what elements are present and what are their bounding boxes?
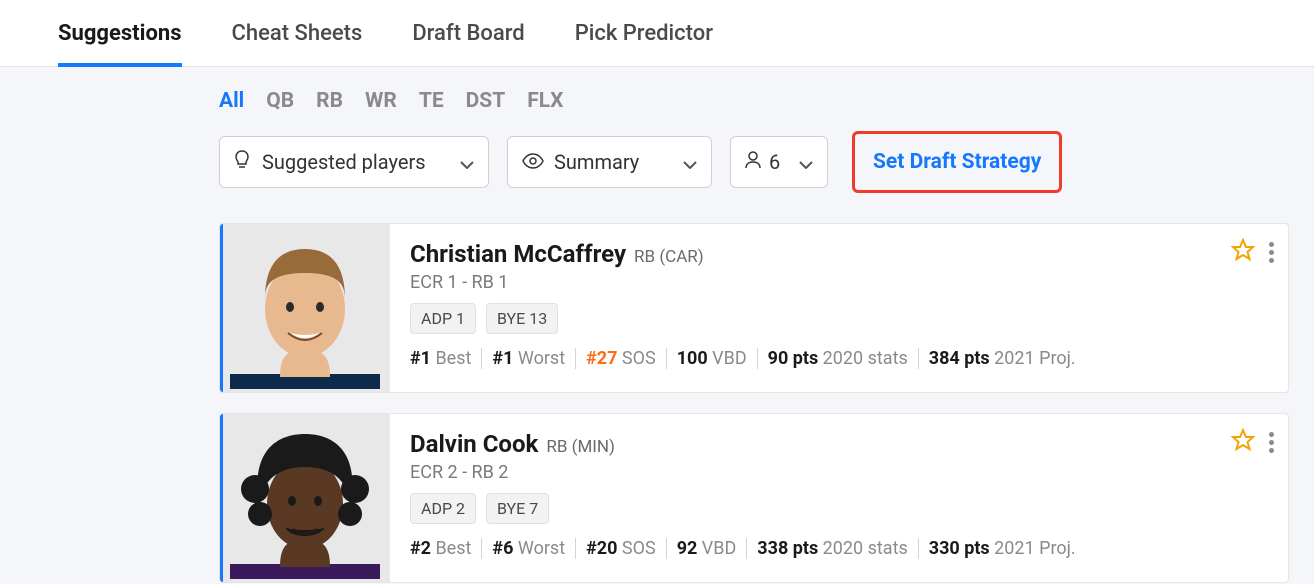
stat-vbd: 100 VBD bbox=[667, 348, 758, 369]
star-icon[interactable] bbox=[1231, 238, 1255, 266]
chevron-down-icon bbox=[460, 150, 474, 174]
stat-vbd: 92 VBD bbox=[667, 538, 748, 559]
player-stats: #2 Best #6 Worst #20 SOS 92 VBD 338 pts … bbox=[410, 538, 1268, 559]
player-photo bbox=[220, 224, 390, 393]
nav-tab-cheat-sheets[interactable]: Cheat Sheets bbox=[232, 0, 363, 67]
chevron-down-icon bbox=[683, 150, 697, 174]
more-icon[interactable] bbox=[1269, 432, 1274, 453]
pos-filter-dst[interactable]: DST bbox=[466, 89, 506, 113]
star-icon[interactable] bbox=[1231, 428, 1255, 456]
nav-tab-pick-predictor[interactable]: Pick Predictor bbox=[575, 0, 713, 67]
player-name: Dalvin Cook bbox=[410, 430, 538, 458]
chevron-down-icon bbox=[799, 150, 813, 174]
badge: ADP 1 bbox=[410, 303, 476, 334]
pos-filter-rb[interactable]: RB bbox=[316, 89, 343, 113]
badge: ADP 2 bbox=[410, 493, 476, 524]
player-card[interactable]: Christian McCaffrey RB (CAR) ECR 1 - RB … bbox=[219, 223, 1289, 393]
player-body: Dalvin Cook RB (MIN) ECR 2 - RB 2 ADP 2 B… bbox=[390, 414, 1288, 582]
stat-best: #2 Best bbox=[410, 538, 482, 559]
person-icon bbox=[745, 150, 761, 174]
player-badges: ADP 2 BYE 7 bbox=[410, 493, 1268, 524]
player-card[interactable]: Dalvin Cook RB (MIN) ECR 2 - RB 2 ADP 2 B… bbox=[219, 413, 1289, 583]
position-filter: All QB RB WR TE DST FLX bbox=[219, 89, 1314, 113]
count-select[interactable]: 6 bbox=[730, 136, 828, 188]
player-ecr: ECR 2 - RB 2 bbox=[410, 462, 1268, 483]
badge: BYE 13 bbox=[486, 303, 558, 334]
view-select[interactable]: Summary bbox=[507, 136, 712, 188]
stat-proj: 384 pts 2021 Proj. bbox=[919, 348, 1086, 369]
top-nav: Suggestions Cheat Sheets Draft Board Pick P… bbox=[0, 0, 1314, 67]
badge: BYE 7 bbox=[486, 493, 549, 524]
pos-filter-flx[interactable]: FLX bbox=[527, 89, 563, 113]
select-label: Suggested players bbox=[262, 150, 426, 174]
button-label: Set Draft Strategy bbox=[873, 150, 1041, 174]
stat-sos: #27 SOS bbox=[576, 348, 667, 369]
set-draft-strategy-button[interactable]: Set Draft Strategy bbox=[852, 131, 1062, 193]
more-icon[interactable] bbox=[1269, 242, 1274, 263]
player-pos-team: RB (MIN) bbox=[546, 437, 615, 457]
player-badges: ADP 1 BYE 13 bbox=[410, 303, 1268, 334]
stat-prev: 338 pts 2020 stats bbox=[747, 538, 918, 559]
stat-proj: 330 pts 2021 Proj. bbox=[919, 538, 1086, 559]
suggested-players-select[interactable]: Suggested players bbox=[219, 136, 489, 188]
player-pos-team: RB (CAR) bbox=[634, 247, 704, 267]
select-label: 6 bbox=[769, 150, 780, 174]
controls-row: Suggested players Summary bbox=[219, 131, 1314, 193]
stat-prev: 90 pts 2020 stats bbox=[758, 348, 919, 369]
player-name: Christian McCaffrey bbox=[410, 240, 626, 268]
player-list: Christian McCaffrey RB (CAR) ECR 1 - RB … bbox=[219, 223, 1289, 583]
pos-filter-all[interactable]: All bbox=[219, 89, 244, 113]
player-ecr: ECR 1 - RB 1 bbox=[410, 272, 1268, 293]
pos-filter-wr[interactable]: WR bbox=[365, 89, 397, 113]
pos-filter-qb[interactable]: QB bbox=[266, 89, 294, 113]
pos-filter-te[interactable]: TE bbox=[419, 89, 444, 113]
stat-best: #1 Best bbox=[410, 348, 482, 369]
player-body: Christian McCaffrey RB (CAR) ECR 1 - RB … bbox=[390, 224, 1288, 392]
select-label: Summary bbox=[554, 150, 639, 174]
player-photo bbox=[220, 414, 390, 583]
stat-sos: #20 SOS bbox=[576, 538, 667, 559]
nav-tab-draft-board[interactable]: Draft Board bbox=[412, 0, 524, 67]
stat-worst: #6 Worst bbox=[482, 538, 576, 559]
stat-worst: #1 Worst bbox=[482, 348, 576, 369]
player-stats: #1 Best #1 Worst #27 SOS 100 VBD 90 pts … bbox=[410, 348, 1268, 369]
eye-icon bbox=[522, 150, 544, 174]
lightbulb-icon bbox=[234, 150, 250, 175]
nav-tab-suggestions[interactable]: Suggestions bbox=[58, 0, 182, 67]
